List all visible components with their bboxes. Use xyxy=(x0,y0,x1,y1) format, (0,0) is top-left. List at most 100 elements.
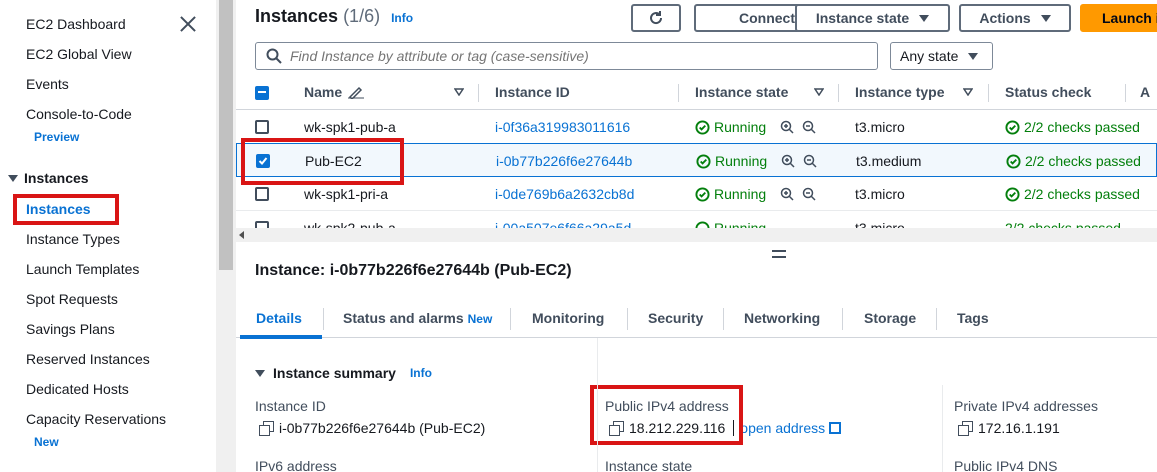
info-link[interactable]: Info xyxy=(410,366,432,380)
tab-divider xyxy=(627,308,628,330)
cell-status-check: 2/2 checks passed xyxy=(1005,220,1121,228)
tab-divider xyxy=(936,308,937,330)
column-divider xyxy=(597,338,598,472)
column-divider xyxy=(942,385,943,472)
tab-security[interactable]: Security xyxy=(648,310,703,326)
sidebar-item-dedicated-hosts[interactable]: Dedicated Hosts xyxy=(26,381,129,397)
caret-down-icon xyxy=(919,14,930,22)
copy-icon[interactable] xyxy=(958,421,973,436)
sidebar-scrollbar[interactable] xyxy=(216,0,236,472)
column-divider xyxy=(1125,84,1126,102)
refresh-button[interactable] xyxy=(631,4,681,32)
zoom-in-icon[interactable] xyxy=(780,187,794,201)
tab-status-and-alarms[interactable]: Status and alarms New xyxy=(343,310,492,326)
zoom-out-icon[interactable] xyxy=(802,187,816,201)
tab-details[interactable]: Details xyxy=(256,310,302,326)
column-header-instance-type[interactable]: Instance type xyxy=(855,84,944,100)
scroll-left-icon[interactable] xyxy=(239,231,244,239)
sidebar-item-events[interactable]: Events xyxy=(26,76,69,92)
status-text: 2/2 checks passed xyxy=(1005,220,1121,228)
tab-networking[interactable]: Networking xyxy=(744,310,820,326)
open-address-link[interactable]: open address xyxy=(740,420,842,436)
sidebar-item-instance-types[interactable]: Instance Types xyxy=(26,231,120,247)
row-checkbox[interactable] xyxy=(255,221,269,228)
zoom-out-icon[interactable] xyxy=(802,120,816,134)
instance-detail-title: Instance: i-0b77b226f6e27644b (Pub-EC2) xyxy=(255,262,572,279)
instance-state-button[interactable]: Instance state xyxy=(795,4,950,32)
external-link-icon xyxy=(829,422,842,434)
cell-instance-state: Running xyxy=(695,186,816,202)
check-circle-icon xyxy=(695,186,710,202)
column-header-alarm[interactable]: A xyxy=(1140,84,1150,100)
sidebar-item-reserved-instances[interactable]: Reserved Instances xyxy=(26,351,150,367)
sidebar-item-console-to-code[interactable]: Console-to-Code xyxy=(26,106,132,122)
sidebar-item-savings-plans[interactable]: Savings Plans xyxy=(26,321,115,337)
info-link[interactable]: Info xyxy=(391,11,413,25)
zoom-in-icon[interactable] xyxy=(781,154,795,168)
tab-label: Status and alarms xyxy=(343,310,464,326)
state-filter-select[interactable]: Any state xyxy=(890,42,993,70)
state-text: Running xyxy=(714,119,767,135)
page-title: Instances (1/6) Info xyxy=(255,6,413,27)
search-bar[interactable] xyxy=(255,42,878,70)
caret-down-icon xyxy=(968,52,979,60)
close-icon[interactable] xyxy=(178,14,198,34)
cell-instance-id[interactable]: i-00a507e6f66a29a5d xyxy=(495,220,631,228)
sidebar-item-capacity-reservations[interactable]: Capacity Reservations xyxy=(26,411,166,427)
table-header: Name Instance ID Instance state Instance… xyxy=(236,76,1157,110)
sort-icon[interactable] xyxy=(814,88,824,96)
launch-instances-button[interactable]: Launch i xyxy=(1080,4,1157,32)
cell-instance-id[interactable]: i-0b77b226f6e27644b xyxy=(496,153,632,169)
cell-instance-type: t3.micro xyxy=(855,220,905,228)
scrollbar-thumb[interactable] xyxy=(219,0,233,270)
cell-instance-id[interactable]: i-0f36a319983011616 xyxy=(495,119,630,135)
cell-instance-state: Running xyxy=(696,153,817,169)
sort-icon[interactable] xyxy=(454,88,464,96)
tab-tags[interactable]: Tags xyxy=(957,310,989,326)
refresh-icon xyxy=(650,11,663,25)
cell-instance-state: Running xyxy=(695,220,766,228)
panel-resize-handle[interactable] xyxy=(772,250,786,258)
column-header-status-check[interactable]: Status check xyxy=(1005,84,1091,100)
pencil-icon xyxy=(348,86,365,99)
column-header-instance-id[interactable]: Instance ID xyxy=(495,84,570,100)
table-horizontal-scrollbar[interactable] xyxy=(236,228,1157,242)
table-row[interactable]: wk-spk2-pub-a i-00a507e6f66a29a5d Runnin… xyxy=(236,211,1157,228)
new-badge: New xyxy=(34,435,59,449)
sidebar-item-launch-templates[interactable]: Launch Templates xyxy=(26,261,139,277)
zoom-in-icon[interactable] xyxy=(780,120,794,134)
private-ipv4-text: 172.16.1.191 xyxy=(978,420,1060,436)
column-header-instance-state[interactable]: Instance state xyxy=(695,84,788,100)
sidebar-item-global-view[interactable]: EC2 Global View xyxy=(26,46,132,62)
sidebar-item-ec2-dashboard[interactable]: EC2 Dashboard xyxy=(26,16,126,32)
tab-monitoring[interactable]: Monitoring xyxy=(532,310,604,326)
selection-count: (1/6) xyxy=(343,6,381,26)
actions-button[interactable]: Actions xyxy=(959,4,1071,32)
select-all-checkbox[interactable] xyxy=(255,86,269,100)
cell-status-check: 2/2 checks passed xyxy=(1005,119,1140,135)
sidebar-item-spot-requests[interactable]: Spot Requests xyxy=(26,291,118,307)
column-header-name[interactable]: Name xyxy=(304,84,365,100)
row-checkbox[interactable] xyxy=(255,187,269,201)
check-circle-icon xyxy=(695,119,710,135)
cell-name: wk-spk1-pub-a xyxy=(304,119,396,135)
cell-name: wk-spk1-pri-a xyxy=(304,186,389,202)
zoom-out-icon[interactable] xyxy=(803,154,817,168)
sort-icon[interactable] xyxy=(963,88,973,96)
status-text: 2/2 checks passed xyxy=(1024,186,1140,202)
row-checkbox[interactable] xyxy=(255,120,269,134)
open-address-text: open address xyxy=(740,420,826,436)
column-divider xyxy=(988,84,989,102)
highlight-box-public-ip xyxy=(590,385,743,445)
cell-instance-id[interactable]: i-0de769b6a2632cb8d xyxy=(495,186,634,202)
check-circle-icon xyxy=(695,220,710,228)
public-dns-label: Public IPv4 DNS xyxy=(954,458,1058,472)
copy-icon[interactable] xyxy=(259,421,274,436)
search-input[interactable] xyxy=(290,48,870,64)
instance-summary-header[interactable]: Instance summary Info xyxy=(255,365,432,381)
cell-status-check: 2/2 checks passed xyxy=(1006,153,1141,169)
private-ipv4-value: 172.16.1.191 xyxy=(958,420,1060,436)
sidebar-section-instances[interactable]: Instances xyxy=(8,170,89,186)
state-text: Running xyxy=(714,220,767,228)
tab-storage[interactable]: Storage xyxy=(864,310,916,326)
